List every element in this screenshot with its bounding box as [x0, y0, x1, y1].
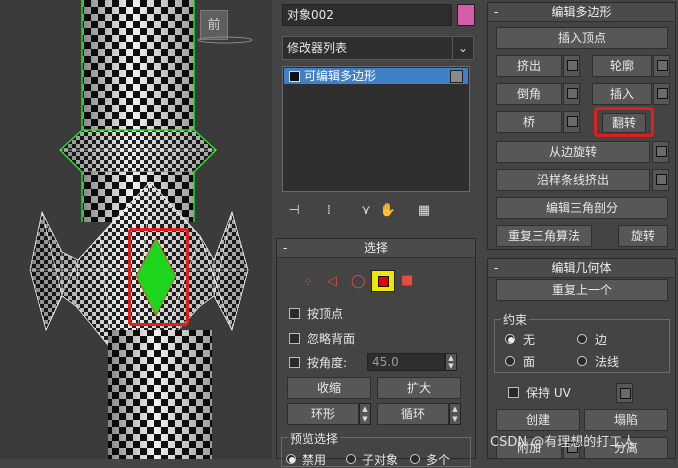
- polygon-level-icon[interactable]: [371, 270, 395, 292]
- preserve-uv-checkbox[interactable]: [508, 387, 519, 398]
- extrude-spline-settings-icon[interactable]: [652, 169, 669, 191]
- selection-rollout: - 选择 ⁘ ◁ ◯ ■ 按顶点 忽略背面 按角度: 45.0 ▲ ▼ 收缩 扩大…: [276, 238, 476, 467]
- preview-selection-group: 预览选择 禁用 子对象 多个: [281, 430, 471, 467]
- remove-modifier-icon[interactable]: ✋: [378, 202, 398, 220]
- edit-polygons-rollout: - 编辑多边形 插入顶点 挤出 轮廓 倒角 插入 桥 翻转 从边旋转 沿样条线挤…: [487, 2, 676, 250]
- toggle-icon[interactable]: [450, 70, 463, 83]
- pin-stack-icon[interactable]: ⊣: [284, 202, 304, 220]
- outline-button[interactable]: 轮廓: [592, 55, 652, 77]
- ring-spinner[interactable]: ▲ ▼: [359, 403, 371, 425]
- preview-subobject-label: 子对象: [362, 453, 399, 467]
- preview-off-radio[interactable]: [286, 454, 296, 464]
- collapse-icon: -: [494, 261, 499, 275]
- selection-title: 选择: [363, 241, 388, 255]
- constraints-label: 约束: [501, 311, 530, 328]
- modifier-list-dropdown[interactable]: 修改器列表 ⌄: [282, 36, 474, 60]
- extrude-button[interactable]: 挤出: [496, 55, 562, 77]
- edit-geometry-title: 编辑几何体: [551, 261, 612, 275]
- viewport[interactable]: 前: [0, 0, 272, 459]
- viewcube-label: 前: [207, 18, 221, 33]
- edge-level-icon[interactable]: ◁: [327, 274, 337, 289]
- collapse-button[interactable]: 塌陷: [584, 409, 668, 431]
- retriangulate-button[interactable]: 重复三角算法: [496, 225, 592, 247]
- expand-icon[interactable]: [289, 71, 300, 82]
- loop-button[interactable]: 循环: [377, 403, 449, 425]
- constraint-face-radio[interactable]: [505, 356, 515, 366]
- stack-toolbar: ⊣ ⁞ ⋎ ✋ ▦: [284, 202, 454, 220]
- make-unique-icon[interactable]: ⋎: [356, 202, 376, 220]
- stack-item-label: 可编辑多边形: [304, 69, 377, 83]
- by-angle-checkbox[interactable]: [289, 357, 300, 368]
- bevel-button[interactable]: 倒角: [496, 83, 562, 105]
- edit-geometry-header[interactable]: - 编辑几何体: [488, 259, 675, 278]
- edit-triangulation-button[interactable]: 编辑三角剖分: [496, 197, 668, 219]
- preview-off-label: 禁用: [302, 453, 327, 467]
- modify-panel: 对象002 修改器列表 ⌄ 可编辑多边形 ⊣ ⁞ ⋎ ✋ ▦ - 选择 ⁘ ◁ …: [272, 0, 481, 467]
- selection-rollout-header[interactable]: - 选择: [277, 239, 475, 258]
- chevron-down-icon: ⌄: [452, 37, 473, 59]
- bridge-button[interactable]: 桥: [496, 111, 562, 133]
- preview-multi-radio[interactable]: [410, 454, 420, 464]
- constraint-edge-radio[interactable]: [577, 334, 587, 344]
- constraint-normal-label: 法线: [595, 355, 620, 369]
- constraint-none-label: 无: [523, 333, 536, 347]
- highlight-selected-polygon: [128, 228, 189, 326]
- subobject-level-icons: ⁘ ◁ ◯ ■: [303, 270, 453, 293]
- modifier-list-label: 修改器列表: [287, 41, 348, 55]
- ring-button[interactable]: 环形: [287, 403, 359, 425]
- configure-modifier-sets-icon[interactable]: ▦: [414, 202, 434, 220]
- outline-settings-icon[interactable]: [653, 55, 670, 77]
- bridge-settings-icon[interactable]: [563, 111, 580, 133]
- collapse-icon: -: [494, 5, 499, 19]
- edit-geometry-rollout: - 编辑几何体 重复上一个 约束 无 边 面 法线 保持 UV 创建 塌陷 附加…: [487, 258, 676, 459]
- object-name-field[interactable]: 对象002: [282, 4, 452, 26]
- extrude-settings-icon[interactable]: [563, 55, 580, 77]
- collapse-icon: -: [283, 241, 288, 255]
- ignore-backfacing-checkbox[interactable]: [289, 333, 300, 344]
- create-button[interactable]: 创建: [496, 409, 580, 431]
- stack-item-editable-poly[interactable]: 可编辑多边形: [284, 68, 468, 84]
- preserve-uv-label: 保持 UV: [526, 386, 571, 400]
- constraints-group: 约束 无 边 面 法线: [494, 311, 670, 373]
- hinge-settings-icon[interactable]: [652, 141, 669, 163]
- preview-selection-label: 预览选择: [288, 430, 341, 447]
- loop-spinner[interactable]: ▲ ▼: [449, 403, 461, 425]
- command-panel-right: - 编辑多边形 插入顶点 挤出 轮廓 倒角 插入 桥 翻转 从边旋转 沿样条线挤…: [481, 0, 678, 459]
- preserve-uv-settings-icon[interactable]: [616, 383, 633, 403]
- bevel-settings-icon[interactable]: [563, 83, 580, 105]
- watermark-text: CSDN @有理想的打工人: [490, 435, 636, 450]
- highlight-flip-button: [594, 107, 654, 137]
- element-level-icon[interactable]: ■: [401, 273, 413, 288]
- ignore-backfacing-label: 忽略背面: [307, 332, 356, 346]
- viewcube-ring[interactable]: [196, 36, 254, 44]
- inset-button[interactable]: 插入: [592, 83, 652, 105]
- grow-button[interactable]: 扩大: [377, 377, 461, 399]
- angle-spinner[interactable]: 45.0: [367, 353, 445, 371]
- preview-subobject-radio[interactable]: [346, 454, 356, 464]
- constraint-normal-radio[interactable]: [577, 356, 587, 366]
- by-angle-label: 按角度:: [307, 356, 348, 370]
- constraint-none-radio[interactable]: [505, 334, 515, 344]
- constraint-face-label: 面: [523, 355, 536, 369]
- object-color-swatch[interactable]: [457, 4, 475, 26]
- show-end-result-icon[interactable]: ⁞: [319, 202, 339, 220]
- by-vertex-label: 按顶点: [307, 307, 344, 321]
- turn-button[interactable]: 旋转: [618, 225, 668, 247]
- preview-multi-label: 多个: [426, 453, 451, 467]
- vertex-level-icon[interactable]: ⁘: [303, 275, 313, 289]
- modifier-stack[interactable]: 可编辑多边形: [282, 66, 470, 192]
- by-vertex-checkbox[interactable]: [289, 308, 300, 319]
- hinge-from-edge-button[interactable]: 从边旋转: [496, 141, 650, 163]
- constraint-edge-label: 边: [595, 333, 608, 347]
- angle-spinner-arrows[interactable]: ▲ ▼: [445, 353, 457, 371]
- insert-vertex-button[interactable]: 插入顶点: [496, 27, 668, 49]
- border-level-icon[interactable]: ◯: [351, 274, 366, 289]
- shrink-button[interactable]: 收缩: [287, 377, 371, 399]
- extrude-along-spline-button[interactable]: 沿样条线挤出: [496, 169, 650, 191]
- inset-settings-icon[interactable]: [653, 83, 670, 105]
- repeat-last-button[interactable]: 重复上一个: [496, 279, 668, 301]
- edit-polygons-title: 编辑多边形: [551, 5, 612, 19]
- edit-polygons-header[interactable]: - 编辑多边形: [488, 3, 675, 22]
